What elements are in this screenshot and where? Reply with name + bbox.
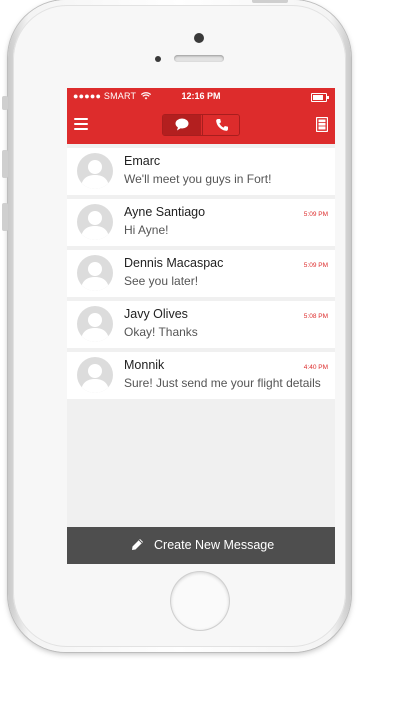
status-bar: ●●●●● SMART 12:16 PM bbox=[67, 88, 335, 105]
message-preview: Hi Ayne! bbox=[124, 223, 169, 237]
contact-name: Emarc bbox=[124, 154, 161, 168]
message-time: 5:09 PM bbox=[303, 262, 328, 269]
create-new-message-label: Create New Message bbox=[154, 538, 275, 552]
conversation-row[interactable]: Ayne Santiago 5:09 PM Hi Ayne! bbox=[67, 199, 335, 246]
mute-switch bbox=[2, 96, 8, 110]
pencil-icon bbox=[132, 539, 143, 550]
home-button[interactable] bbox=[171, 572, 229, 630]
conversation-row[interactable]: Javy Olives 5:08 PM Okay! Thanks bbox=[67, 301, 335, 348]
message-time: 5:09 PM bbox=[303, 211, 328, 218]
conversation-row[interactable]: Emarc We'll meet you guys in Fort! bbox=[67, 148, 335, 195]
hamburger-menu-icon[interactable] bbox=[74, 118, 88, 131]
message-preview: Okay! Thanks bbox=[124, 325, 198, 339]
status-time: 12:16 PM bbox=[181, 91, 221, 101]
nav-bar bbox=[67, 105, 335, 144]
app-screen: ●●●●● SMART 12:16 PM Emarc We'll meet yo… bbox=[67, 88, 335, 564]
tab-messages[interactable] bbox=[163, 115, 201, 135]
message-preview: We'll meet you guys in Fort! bbox=[124, 172, 272, 186]
person-icon bbox=[81, 313, 109, 342]
avatar bbox=[77, 204, 113, 240]
chat-bubble-icon bbox=[175, 118, 189, 131]
front-camera bbox=[194, 33, 204, 43]
contacts-book-icon[interactable] bbox=[316, 117, 328, 132]
volume-down-button bbox=[2, 203, 8, 231]
battery-icon bbox=[311, 93, 329, 102]
proximity-sensor bbox=[155, 56, 161, 62]
message-preview: Sure! Just send me your flight details bbox=[124, 376, 321, 390]
contact-name: Dennis Macaspac bbox=[124, 256, 224, 270]
volume-up-button bbox=[2, 150, 8, 178]
tab-switcher bbox=[162, 114, 240, 136]
avatar bbox=[77, 357, 113, 393]
person-icon bbox=[81, 364, 109, 393]
person-icon bbox=[81, 262, 109, 291]
contact-name: Javy Olives bbox=[124, 307, 188, 321]
message-time: 4:40 PM bbox=[303, 364, 328, 371]
conversation-row[interactable]: Dennis Macaspac 5:09 PM See you later! bbox=[67, 250, 335, 297]
conversation-row[interactable]: Monnik 4:40 PM Sure! Just send me your f… bbox=[67, 352, 335, 399]
message-time: 5:08 PM bbox=[303, 313, 328, 320]
person-icon bbox=[81, 211, 109, 240]
phone-icon bbox=[216, 119, 228, 131]
avatar bbox=[77, 306, 113, 342]
earpiece-speaker bbox=[174, 55, 224, 62]
power-button bbox=[252, 0, 288, 3]
message-preview: See you later! bbox=[124, 274, 199, 288]
contact-name: Ayne Santiago bbox=[124, 205, 206, 219]
create-new-message-button[interactable]: Create New Message bbox=[67, 527, 335, 564]
avatar bbox=[77, 153, 113, 189]
tab-calls[interactable] bbox=[202, 115, 239, 135]
avatar bbox=[77, 255, 113, 291]
contact-name: Monnik bbox=[124, 358, 165, 372]
person-icon bbox=[81, 160, 109, 189]
